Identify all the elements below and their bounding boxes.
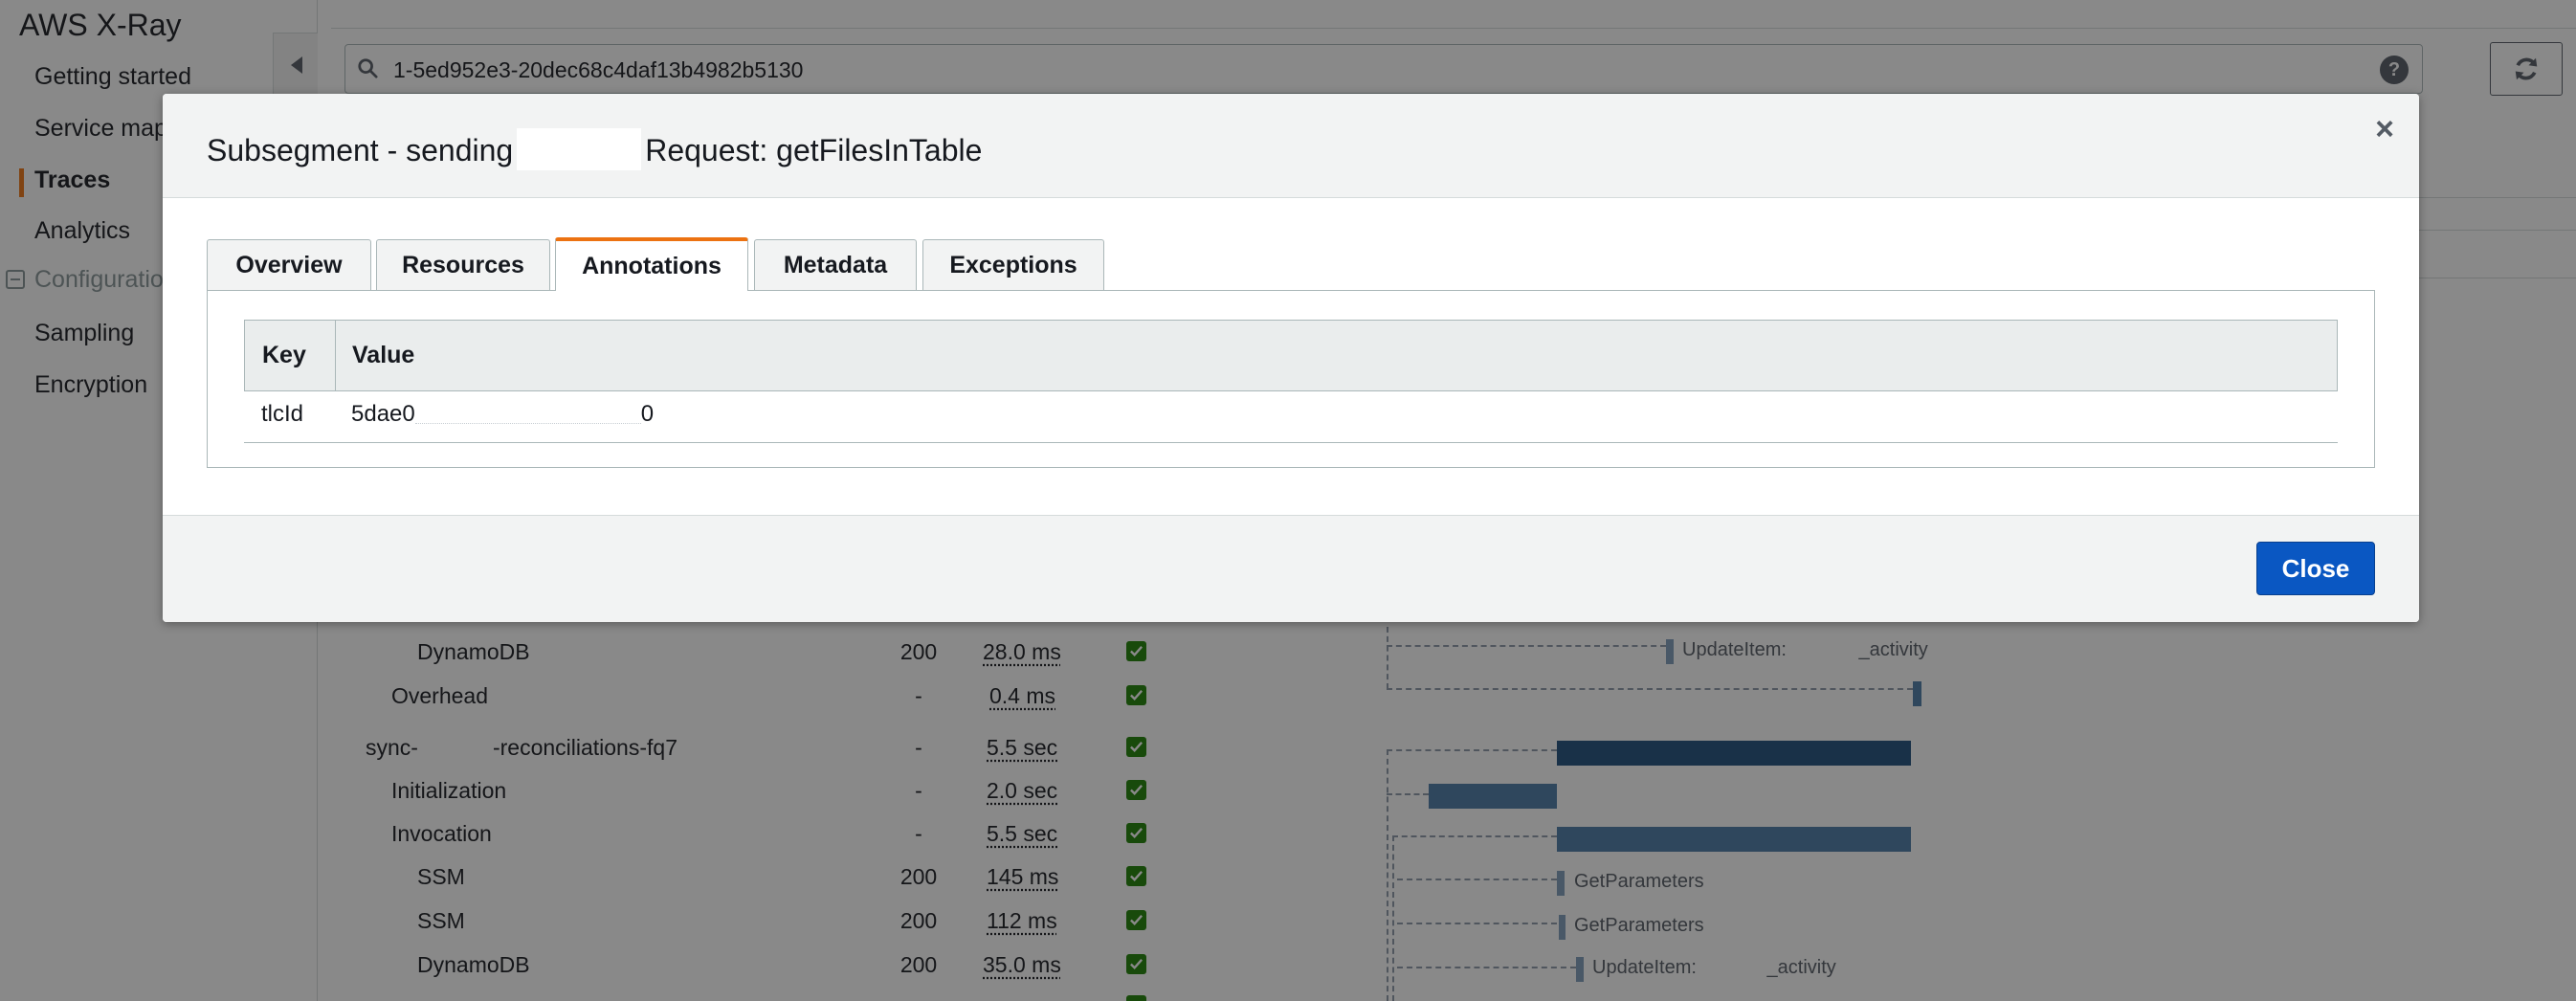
tab-resources[interactable]: Resources	[376, 239, 550, 291]
modal-title: Subsegment - sending Request: getFilesInT…	[207, 128, 982, 170]
modal-footer: Close	[163, 515, 2419, 622]
redacted-text	[414, 405, 641, 424]
modal-title-suffix: Request: getFilesInTable	[645, 133, 983, 167]
annotation-value: 5dae0 0	[351, 401, 654, 428]
tab-exceptions[interactable]: Exceptions	[922, 239, 1104, 291]
annotations-panel: Key Value tlcId 5dae0 0	[207, 290, 2375, 468]
column-header-value: Value	[352, 342, 415, 368]
column-header-key: Key	[262, 342, 306, 368]
close-button[interactable]: Close	[2256, 542, 2375, 595]
subsegment-modal: Subsegment - sending Request: getFilesInT…	[163, 94, 2419, 622]
xray-trace-page: AWS X-Ray Getting started Service map Tr…	[0, 0, 2576, 1001]
annotation-value-suffix: 0	[640, 401, 655, 427]
annotation-key: tlcId	[261, 401, 304, 427]
redacted-text	[517, 128, 642, 170]
tab-metadata[interactable]: Metadata	[754, 239, 917, 291]
column-divider	[335, 321, 336, 390]
tab-annotations[interactable]: Annotations	[555, 237, 748, 291]
modal-title-prefix: Subsegment - sending	[207, 133, 514, 167]
row-divider	[244, 442, 2338, 443]
close-icon[interactable]: ×	[2375, 113, 2394, 145]
table-header: Key Value	[244, 320, 2338, 391]
modal-header: Subsegment - sending Request: getFilesInT…	[163, 94, 2419, 198]
annotation-value-prefix: 5dae0	[351, 401, 415, 427]
tab-overview[interactable]: Overview	[207, 239, 371, 291]
